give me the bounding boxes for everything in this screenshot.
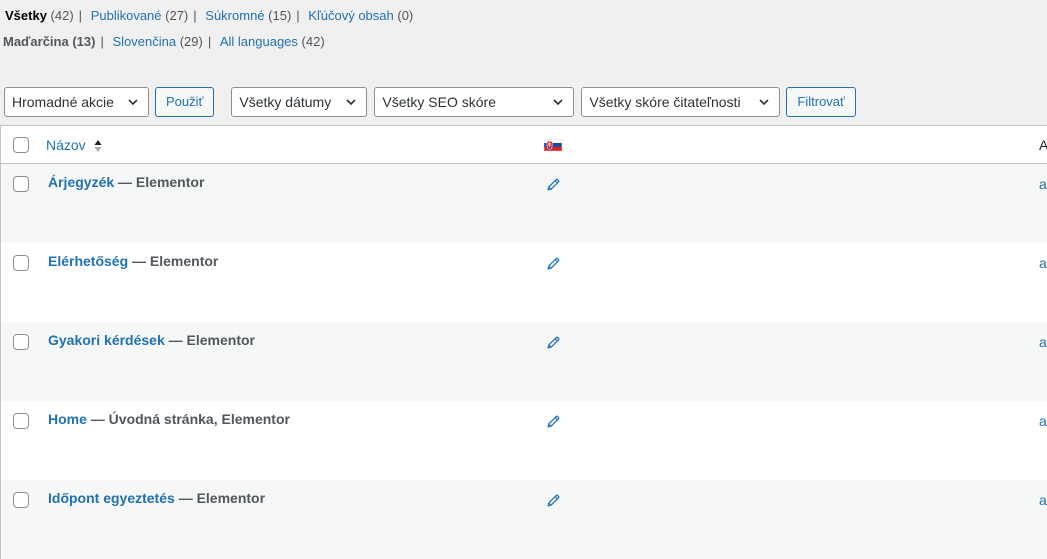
post-state: — Elementor (178, 490, 266, 506)
row-title: Árjegyzék — Elementor (48, 174, 204, 190)
post-state: — Elementor (118, 174, 205, 190)
pencil-icon[interactable] (546, 256, 561, 271)
chevron-down-icon (759, 99, 769, 106)
row-author-link[interactable]: ac (1039, 176, 1047, 192)
table-row: Időpont egyeztetés — Elementor ac (1, 480, 1047, 559)
date-filter-value: Všetky dátumy (239, 94, 332, 110)
pencil-icon[interactable] (546, 414, 561, 429)
status-filter-list: Všetky (42) | Publikované (27) | Súkromné … (5, 8, 413, 23)
row-author-link[interactable]: ac (1039, 334, 1047, 350)
row-checkbox[interactable] (13, 413, 29, 429)
row-title: Időpont egyeztetés — Elementor (48, 490, 265, 506)
filter-button[interactable]: Filtrovať (786, 87, 856, 117)
title-column-label[interactable]: Názov (46, 137, 86, 153)
page-title-link[interactable]: Home (48, 411, 87, 427)
status-filter-cornerstone[interactable]: Kľúčový obsah (0) (308, 8, 413, 23)
table-row: Gyakori kérdések — Elementor ac (1, 322, 1047, 401)
language-filter-list: Maďarčina (13) | Slovenčina (29) | All lan… (3, 34, 325, 49)
post-state: — Úvodná stránka, Elementor (90, 411, 290, 427)
language-filter-all[interactable]: All languages (42) (220, 34, 325, 49)
row-title: Home — Úvodná stránka, Elementor (48, 411, 290, 427)
row-author-link[interactable]: ac (1039, 413, 1047, 429)
title-column-header[interactable]: Názov (46, 137, 102, 153)
row-title: Elérhetőség — Elementor (48, 253, 218, 269)
status-filter-private[interactable]: Súkromné (15) | (205, 8, 304, 23)
slovak-flag-icon (544, 139, 562, 151)
chevron-down-icon (128, 99, 138, 106)
row-checkbox[interactable] (13, 334, 29, 350)
chevron-down-icon (346, 99, 356, 106)
pencil-icon[interactable] (546, 493, 561, 508)
pencil-icon[interactable] (546, 335, 561, 350)
bulk-actions-select[interactable]: Hromadné akcie (4, 87, 149, 117)
row-author-link[interactable]: ac (1039, 255, 1047, 271)
row-checkbox[interactable] (13, 255, 29, 271)
pencil-icon[interactable] (546, 177, 561, 192)
bulk-actions-value: Hromadné akcie (12, 94, 114, 110)
row-title: Gyakori kérdések — Elementor (48, 332, 255, 348)
row-checkbox[interactable] (13, 176, 29, 192)
seo-score-filter-value: Všetky SEO skóre (382, 94, 496, 110)
table-row: Elérhetőség — Elementor ac (1, 243, 1047, 322)
tablenav-top: Hromadné akcie Použiť Všetky dátumy Všet… (4, 87, 856, 117)
status-filter-all[interactable]: Všetky (42) | (5, 8, 87, 23)
readability-filter-select[interactable]: Všetky skóre čitateľnosti (581, 87, 781, 117)
table-row: Árjegyzék — Elementor ac (1, 164, 1047, 243)
page-title-link[interactable]: Gyakori kérdések (48, 332, 165, 348)
date-filter-select[interactable]: Všetky dátumy (231, 87, 368, 117)
page-title-link[interactable]: Időpont egyeztetés (48, 490, 175, 506)
select-all-checkbox[interactable] (13, 137, 29, 153)
page-title-link[interactable]: Elérhetőség (48, 253, 128, 269)
language-filter-hungarian[interactable]: Maďarčina (13) | (3, 34, 109, 49)
table-header: Názov A (1, 126, 1047, 164)
pages-table: Názov A Árjegyzék — Elementor ac Elérhet… (0, 125, 1047, 559)
readability-filter-value: Všetky skóre čitateľnosti (589, 94, 741, 110)
apply-bulk-action-button[interactable]: Použiť (155, 87, 215, 117)
seo-score-filter-select[interactable]: Všetky SEO skóre (374, 87, 575, 117)
status-filter-published[interactable]: Publikované (27) | (91, 8, 202, 23)
row-checkbox[interactable] (13, 492, 29, 508)
post-state: — Elementor (168, 332, 255, 348)
chevron-down-icon (553, 99, 563, 106)
sort-icon[interactable] (94, 139, 102, 153)
page-title-link[interactable]: Árjegyzék (48, 174, 114, 190)
language-filter-slovak[interactable]: Slovenčina (29) | (112, 34, 216, 49)
author-column-header[interactable]: A (1039, 137, 1047, 153)
post-state: — Elementor (132, 253, 219, 269)
row-author-link[interactable]: ac (1039, 492, 1047, 508)
table-row: Home — Úvodná stránka, Elementor ac (1, 401, 1047, 480)
